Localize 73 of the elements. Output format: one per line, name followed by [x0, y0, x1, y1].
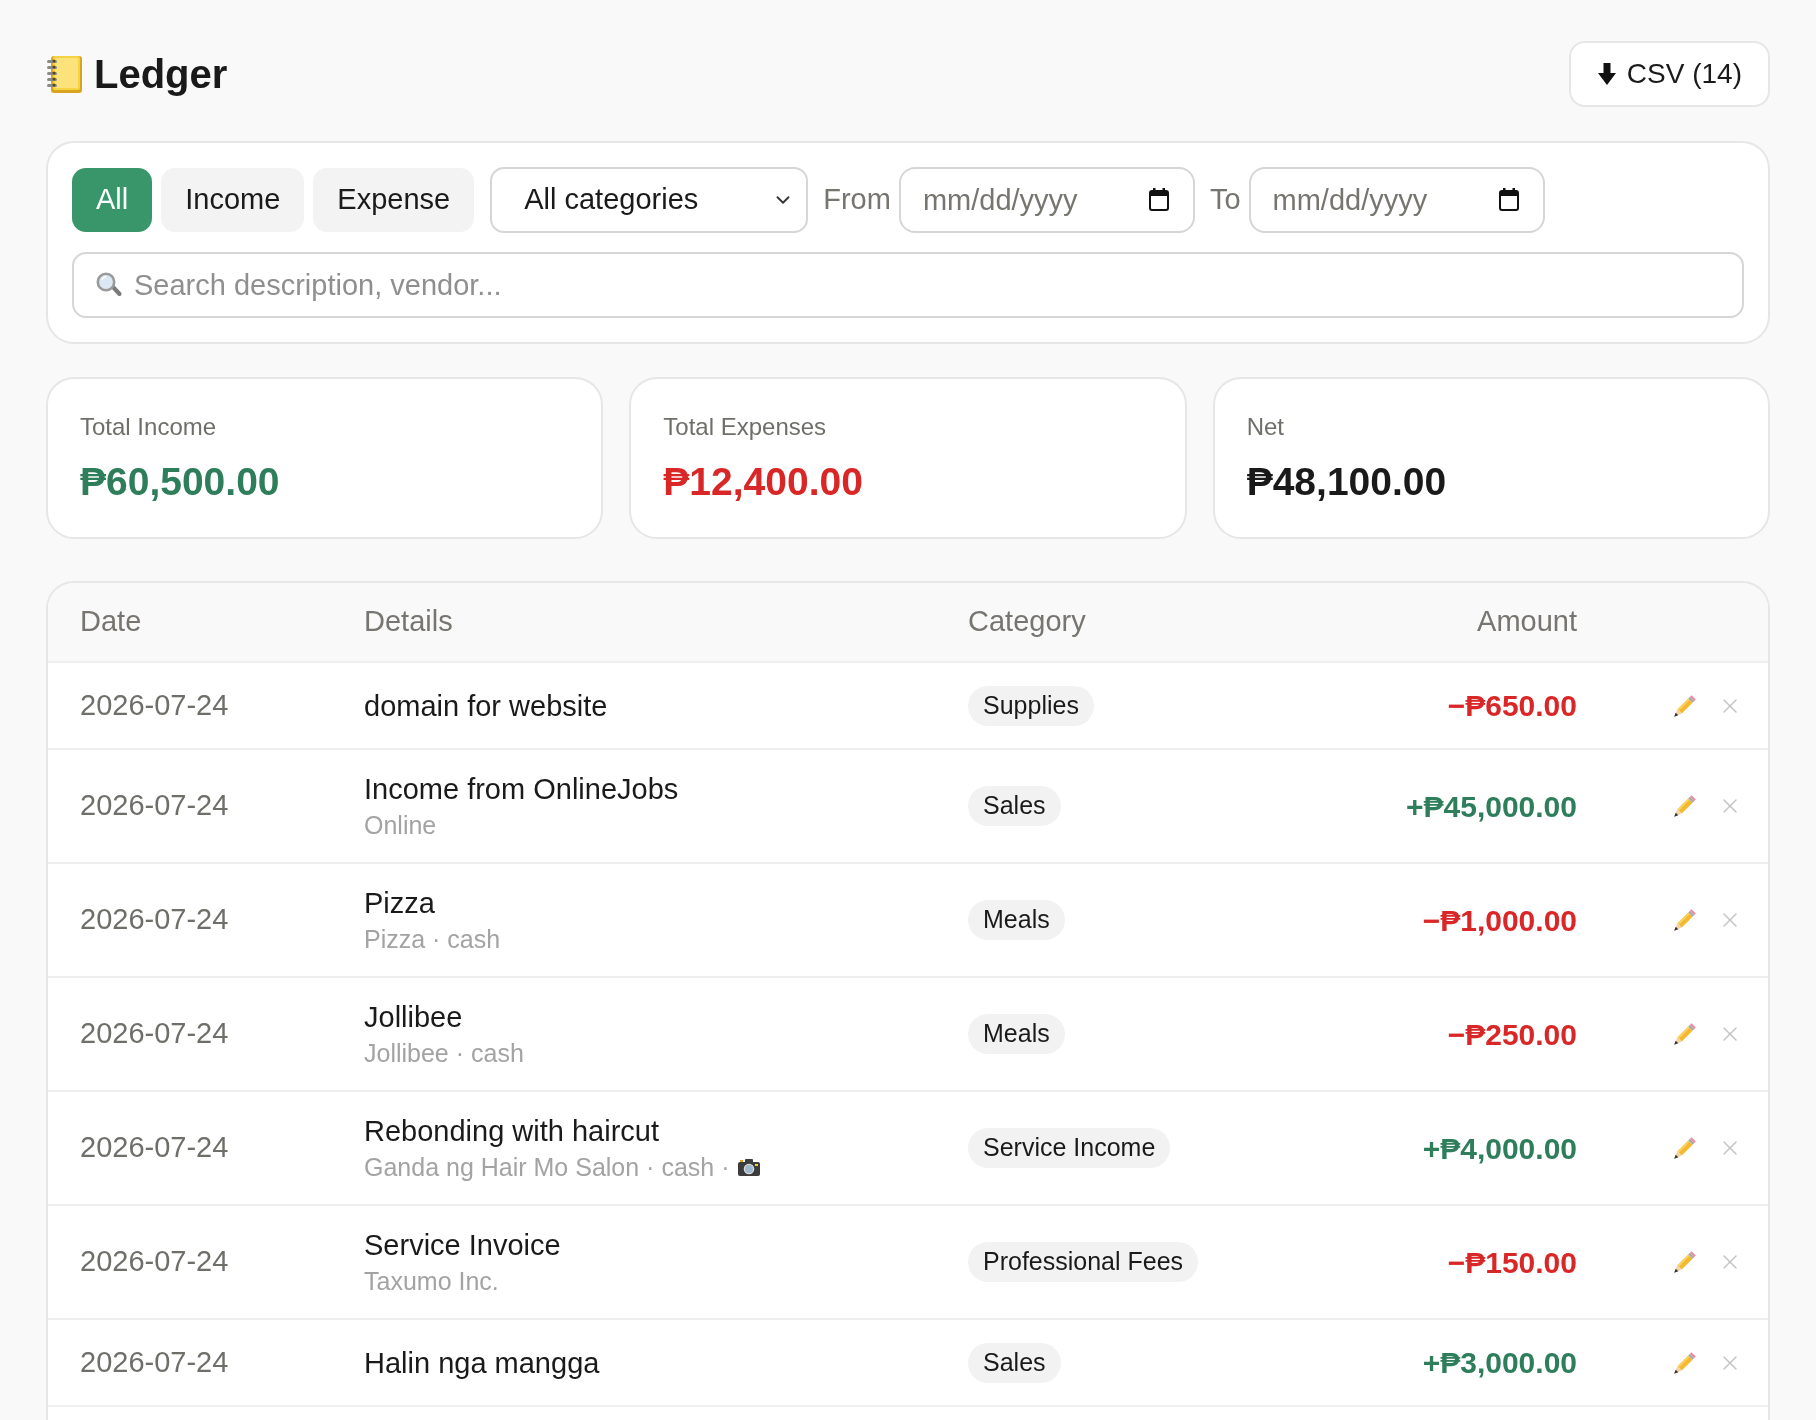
meta-text: Taxumo Inc.	[364, 1266, 499, 1297]
category-tag: Meals	[968, 1014, 1065, 1054]
pencil-icon	[1672, 793, 1698, 819]
date-cell: 2026-07-24	[80, 1245, 229, 1278]
summary-label: Net	[1246, 412, 1285, 442]
edit-button[interactable]	[1672, 1249, 1698, 1275]
category-tag: Sales	[968, 1342, 1061, 1383]
download-icon	[1596, 62, 1617, 86]
search-icon	[96, 272, 122, 298]
description-text: Rebonding with haircut	[364, 1114, 660, 1149]
edit-button[interactable]	[1672, 1349, 1698, 1376]
calendar-icon	[1498, 188, 1519, 211]
amount-text: −₱250.00	[1447, 1017, 1577, 1051]
description-text: Halin nga mangga	[364, 1345, 601, 1381]
search-field[interactable]: Search description, vendor...	[72, 252, 1744, 318]
edit-button[interactable]	[1672, 1021, 1698, 1047]
category-tag: Service Income	[968, 1128, 1171, 1168]
date-cell: 2026-07-24	[80, 688, 229, 721]
export-csv-button[interactable]: CSV (14)	[1568, 41, 1770, 107]
description-text: Jollibee	[364, 1000, 464, 1035]
summary-label: Total Expenses	[663, 412, 828, 442]
meta-text: Jollibee · cash	[364, 1038, 524, 1069]
pencil-icon	[1672, 907, 1698, 933]
date-label: To	[1209, 182, 1241, 218]
category-select[interactable]: All categories	[490, 167, 809, 233]
edit-button[interactable]	[1672, 1135, 1698, 1161]
date-field[interactable]: mm/dd/yyyy	[1248, 167, 1545, 233]
category-tag: Professional Fees	[968, 1242, 1199, 1282]
summary-value: ₱60,500.00	[80, 459, 281, 505]
category-tag: Supplies	[968, 685, 1094, 726]
filter-tab[interactable]: Income	[161, 168, 305, 232]
meta-text: Online	[364, 810, 437, 841]
description-text: domain for website	[364, 688, 609, 724]
date-field[interactable]: mm/dd/yyyy	[898, 167, 1195, 233]
edit-button[interactable]	[1672, 793, 1698, 819]
date-cell: 2026-07-24	[80, 1017, 229, 1050]
filter-tab[interactable]: All	[72, 168, 153, 232]
pencil-icon	[1672, 692, 1698, 719]
description-text: Service Invoice	[364, 1228, 562, 1263]
summary-label: Total Income	[80, 412, 218, 442]
column-header: Amount	[1477, 605, 1577, 638]
column-header: Category	[968, 605, 1086, 638]
date-cell: 2026-07-24	[80, 789, 229, 822]
meta-text: Ganda ng Hair Mo Salon · cash ·	[364, 1152, 730, 1183]
amount-text: −₱150.00	[1447, 1245, 1577, 1279]
amount-text: +₱4,000.00	[1422, 1131, 1577, 1165]
calendar-icon	[1148, 188, 1169, 211]
amount-text: −₱1,000.00	[1422, 903, 1577, 937]
date-cell: 2026-07-24	[80, 1345, 229, 1378]
edit-button[interactable]	[1672, 692, 1698, 719]
description-text: Pizza	[364, 886, 436, 921]
amount-text: +₱45,000.00	[1406, 789, 1577, 823]
category-tag: Meals	[968, 900, 1065, 940]
date-cell: 2026-07-24	[80, 1131, 229, 1164]
page-title: Ledger	[94, 51, 228, 98]
amount-text: +₱3,000.00	[1422, 1346, 1577, 1379]
meta-text: Pizza · cash	[364, 924, 501, 955]
date-cell: 2026-07-24	[80, 903, 229, 936]
summary-value: ₱12,400.00	[663, 459, 864, 505]
filter-tab[interactable]: Expense	[313, 168, 475, 232]
category-tag: Sales	[968, 786, 1061, 826]
amount-text: −₱650.00	[1447, 689, 1577, 722]
description-text: Income from OnlineJobs	[364, 772, 680, 807]
column-header: Details	[364, 605, 453, 638]
notebook-icon	[46, 54, 84, 94]
summary-value: ₱48,100.00	[1246, 459, 1448, 505]
pencil-icon	[1672, 1021, 1698, 1047]
column-header: Date	[80, 605, 142, 638]
pencil-icon	[1672, 1249, 1698, 1275]
pencil-icon	[1672, 1135, 1698, 1161]
date-label: From	[823, 182, 891, 218]
edit-button[interactable]	[1672, 907, 1698, 933]
pencil-icon	[1672, 1349, 1698, 1376]
